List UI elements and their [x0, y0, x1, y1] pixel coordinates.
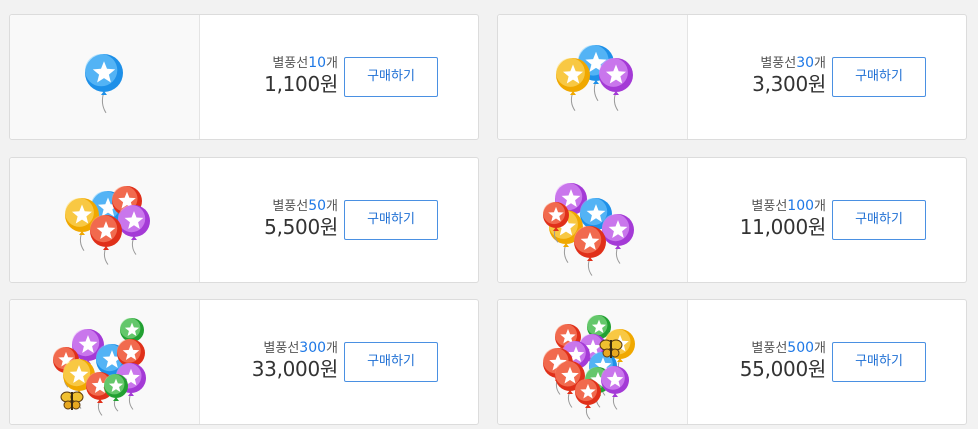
product-card: 별풍선50개 5,500원 구매하기	[9, 157, 479, 283]
balloon-count: 별풍선30개	[752, 55, 826, 72]
product-grid: 별풍선10개 1,100원 구매하기 별풍선30개 3,300원 구매하기 별풍…	[0, 0, 978, 429]
count-prefix: 별풍선	[263, 341, 300, 356]
product-card: 별풍선10개 1,100원 구매하기	[9, 14, 479, 140]
price-label: 11,000원	[739, 215, 827, 239]
balloon-count: 별풍선50개	[264, 198, 338, 215]
product-image	[498, 300, 688, 424]
count-prefix: 별풍선	[272, 56, 309, 71]
balloon-count: 별풍선300개	[252, 340, 338, 357]
price-label: 3,300원	[752, 72, 826, 96]
balloon-count: 별풍선500개	[740, 340, 826, 357]
count-amount: 50	[308, 198, 327, 214]
balloon-cluster-icon	[543, 315, 635, 420]
buy-button[interactable]: 구매하기	[344, 57, 438, 97]
price-label: 33,000원	[251, 357, 339, 381]
count-suffix: 개	[814, 341, 826, 356]
price-label: 55,000원	[739, 357, 827, 381]
balloon-cluster-icon	[65, 186, 150, 265]
count-suffix: 개	[814, 56, 826, 71]
balloon-cluster-icon	[556, 45, 633, 111]
balloon-star-icon	[85, 54, 123, 114]
buy-button[interactable]: 구매하기	[832, 342, 926, 382]
product-card: 별풍선30개 3,300원 구매하기	[497, 14, 967, 140]
price-label: 5,500원	[264, 215, 338, 239]
product-card: 별풍선500개 55,000원 구매하기	[497, 299, 967, 425]
buy-button[interactable]: 구매하기	[344, 200, 438, 240]
product-info: 별풍선50개 5,500원	[264, 198, 338, 239]
buy-button[interactable]: 구매하기	[832, 57, 926, 97]
product-image	[498, 15, 688, 139]
product-card: 별풍선100개 11,000원 구매하기	[497, 157, 967, 283]
balloon-cluster-icon	[53, 318, 146, 416]
price-label: 1,100원	[264, 72, 338, 96]
product-info: 별풍선300개 33,000원	[251, 340, 339, 381]
count-suffix: 개	[814, 199, 826, 214]
count-suffix: 개	[326, 199, 338, 214]
count-prefix: 별풍선	[272, 199, 309, 214]
count-amount: 30	[796, 55, 815, 71]
count-prefix: 별풍선	[760, 56, 797, 71]
balloon-cluster-icon	[543, 183, 634, 276]
count-amount: 500	[787, 340, 815, 356]
count-amount: 300	[299, 340, 327, 356]
buy-button[interactable]: 구매하기	[344, 342, 438, 382]
buy-button[interactable]: 구매하기	[832, 200, 926, 240]
product-info: 별풍선10개 1,100원	[264, 55, 338, 96]
product-image	[498, 158, 688, 282]
product-info: 별풍선500개 55,000원	[739, 340, 827, 381]
count-prefix: 별풍선	[751, 199, 788, 214]
balloon-count: 별풍선10개	[264, 55, 338, 72]
product-info: 별풍선100개 11,000원	[739, 198, 827, 239]
count-amount: 10	[308, 55, 327, 71]
balloon-count: 별풍선100개	[740, 198, 826, 215]
product-info: 별풍선30개 3,300원	[752, 55, 826, 96]
product-image	[10, 15, 200, 139]
product-card: 별풍선300개 33,000원 구매하기	[9, 299, 479, 425]
product-image	[10, 158, 200, 282]
product-image	[10, 300, 200, 424]
count-prefix: 별풍선	[751, 341, 788, 356]
count-amount: 100	[787, 198, 815, 214]
count-suffix: 개	[326, 341, 338, 356]
count-suffix: 개	[326, 56, 338, 71]
